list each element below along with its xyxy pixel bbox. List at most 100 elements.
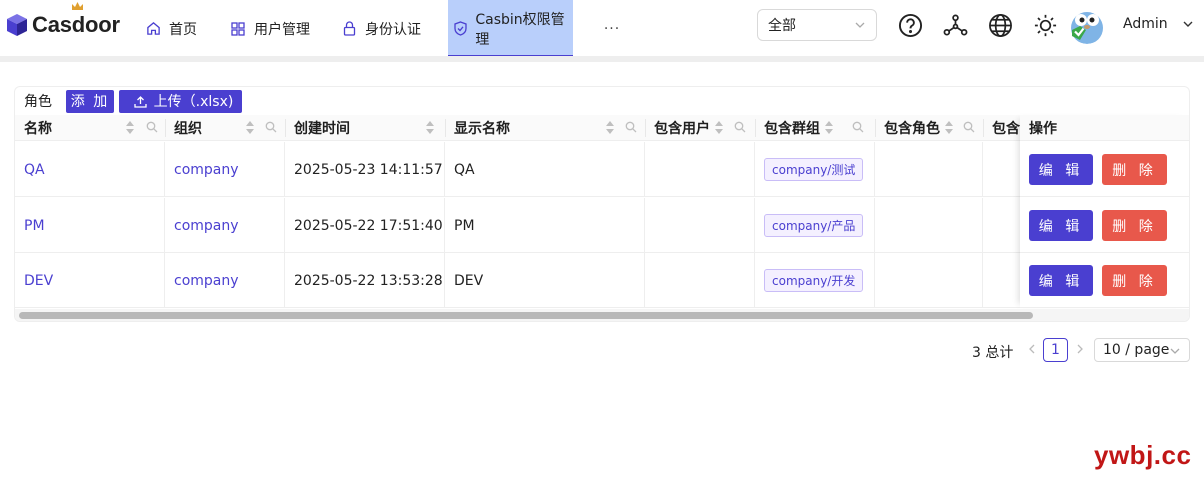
lock-icon <box>341 21 357 37</box>
sort-icon[interactable] <box>606 120 614 136</box>
nav-more-button[interactable]: ··· <box>573 0 651 57</box>
display-name: PM <box>445 198 645 253</box>
group-tag: company/产品 <box>764 214 864 237</box>
sort-icon[interactable] <box>426 120 434 136</box>
table-toolbar: 角色 添 加 上传（.xlsx) <box>15 87 242 115</box>
logo[interactable]: Casdoor <box>6 2 120 40</box>
display-name: QA <box>445 142 645 197</box>
nav-item-users[interactable]: 用户管理 <box>225 0 336 57</box>
upload-xlsx-button[interactable]: 上传（.xlsx) <box>119 89 242 113</box>
help-icon[interactable] <box>897 12 923 38</box>
horizontal-scrollbar[interactable] <box>15 309 1189 321</box>
nav-item-auth[interactable]: 身份认证 <box>336 0 448 57</box>
display-name: DEV <box>445 253 645 308</box>
search-icon[interactable] <box>734 121 746 137</box>
action-row: 编 辑 删 除 <box>1020 198 1189 253</box>
table-row: DEV company 2025-05-22 13:53:28 DEV comp… <box>15 253 1189 308</box>
search-icon[interactable] <box>146 121 158 137</box>
avatar[interactable] <box>1068 6 1106 44</box>
column-header-created-time[interactable]: 创建时间 <box>285 115 445 141</box>
action-column: 操作 编 辑 删 除 编 辑 删 除 编 辑 删 除 <box>1020 115 1189 308</box>
roles-cell <box>875 253 983 308</box>
created-time: 2025-05-23 14:11:57 <box>285 142 445 197</box>
top-header: Casdoor 首页 用户管理 身份认证 Casbin权限管理 ··· 全部 A… <box>0 0 1204 57</box>
role-name-link[interactable]: PM <box>15 198 165 253</box>
created-time: 2025-05-22 13:53:28 <box>285 253 445 308</box>
column-header-groups[interactable]: 包含群组 <box>755 115 875 141</box>
nav-label-home: 首页 <box>169 21 197 38</box>
search-icon[interactable] <box>265 121 277 137</box>
shield-icon <box>453 21 467 37</box>
scrollbar-thumb[interactable] <box>19 312 1033 319</box>
column-header-users[interactable]: 包含用户 <box>645 115 755 141</box>
sort-icon[interactable] <box>825 120 833 136</box>
sort-icon[interactable] <box>246 120 254 136</box>
home-icon <box>145 21 161 37</box>
edit-button[interactable]: 编 辑 <box>1029 210 1093 241</box>
page-number-current[interactable]: 1 <box>1043 338 1068 362</box>
search-icon[interactable] <box>963 121 975 137</box>
edit-button[interactable]: 编 辑 <box>1029 154 1093 185</box>
sort-icon[interactable] <box>126 120 134 136</box>
page-title: 角色 <box>24 94 52 110</box>
users-cell <box>645 198 755 253</box>
chevron-down-icon <box>1170 348 1180 354</box>
grid-icon <box>230 21 246 37</box>
table-row: PM company 2025-05-22 17:51:40 PM compan… <box>15 198 1189 253</box>
cube-logo-icon <box>7 14 27 36</box>
delete-button[interactable]: 删 除 <box>1102 265 1167 296</box>
page-size-value: 10 / page <box>1103 342 1170 358</box>
search-icon[interactable] <box>625 121 637 137</box>
column-header-display-name[interactable]: 显示名称 <box>445 115 645 141</box>
globe-icon[interactable] <box>987 12 1013 38</box>
table-header: 名称 组织 创建时间 显示名称 包含用户 包含群组 包含角色 包含 <box>15 115 1189 141</box>
nav-item-casbin[interactable]: Casbin权限管理 <box>448 0 573 57</box>
group-tag: company/测试 <box>764 158 864 181</box>
delete-button[interactable]: 删 除 <box>1102 210 1167 241</box>
roles-cell <box>875 142 983 197</box>
header-divider <box>0 56 1204 62</box>
organization-select-value: 全部 <box>768 18 796 34</box>
crown-icon <box>72 2 83 10</box>
group-tag: company/开发 <box>764 269 864 292</box>
column-header-actions: 操作 <box>1020 115 1189 141</box>
chevron-down-icon <box>855 22 865 28</box>
role-name-link[interactable]: DEV <box>15 253 165 308</box>
user-name[interactable]: Admin <box>1123 16 1168 32</box>
watermark: ywbj.cc <box>1094 440 1192 470</box>
nav-label-casbin: Casbin权限管理 <box>475 11 565 48</box>
sort-icon[interactable] <box>945 120 953 136</box>
search-icon[interactable] <box>852 121 864 137</box>
organization-link[interactable]: company <box>165 198 285 253</box>
chevron-down-icon[interactable] <box>1182 18 1194 30</box>
users-cell <box>645 142 755 197</box>
upload-button-label: 上传（.xlsx) <box>153 94 234 110</box>
column-header-roles[interactable]: 包含角色 <box>875 115 983 141</box>
delete-button[interactable]: 删 除 <box>1102 154 1167 185</box>
action-row: 编 辑 删 除 <box>1020 142 1189 197</box>
chevron-right-icon[interactable] <box>1074 343 1086 355</box>
sun-icon[interactable] <box>1032 12 1058 38</box>
organization-select[interactable]: 全部 <box>757 9 877 41</box>
groups-cell: company/开发 <box>755 253 875 308</box>
sort-icon[interactable] <box>715 120 723 136</box>
table-row: QA company 2025-05-23 14:11:57 QA compan… <box>15 142 1189 197</box>
organization-link[interactable]: company <box>165 253 285 308</box>
edit-button[interactable]: 编 辑 <box>1029 265 1093 296</box>
brand-name: Casdoor <box>32 12 120 37</box>
chevron-left-icon[interactable] <box>1026 343 1038 355</box>
upload-icon <box>134 95 147 108</box>
groups-cell: company/产品 <box>755 198 875 253</box>
nav-label-users: 用户管理 <box>254 21 310 38</box>
role-name-link[interactable]: QA <box>15 142 165 197</box>
column-header-name[interactable]: 名称 <box>15 115 165 141</box>
main-nav: 首页 用户管理 身份认证 Casbin权限管理 ··· <box>140 0 651 57</box>
column-header-organization[interactable]: 组织 <box>165 115 285 141</box>
roles-card: 角色 添 加 上传（.xlsx) 名称 组织 创建时间 显示名称 包含用户 包含… <box>14 86 1190 322</box>
organization-link[interactable]: company <box>165 142 285 197</box>
nav-item-home[interactable]: 首页 <box>140 0 225 57</box>
page-size-select[interactable]: 10 / page <box>1094 338 1190 362</box>
share-nodes-icon[interactable] <box>942 12 968 38</box>
add-role-button[interactable]: 添 加 <box>66 89 114 113</box>
users-cell <box>645 253 755 308</box>
